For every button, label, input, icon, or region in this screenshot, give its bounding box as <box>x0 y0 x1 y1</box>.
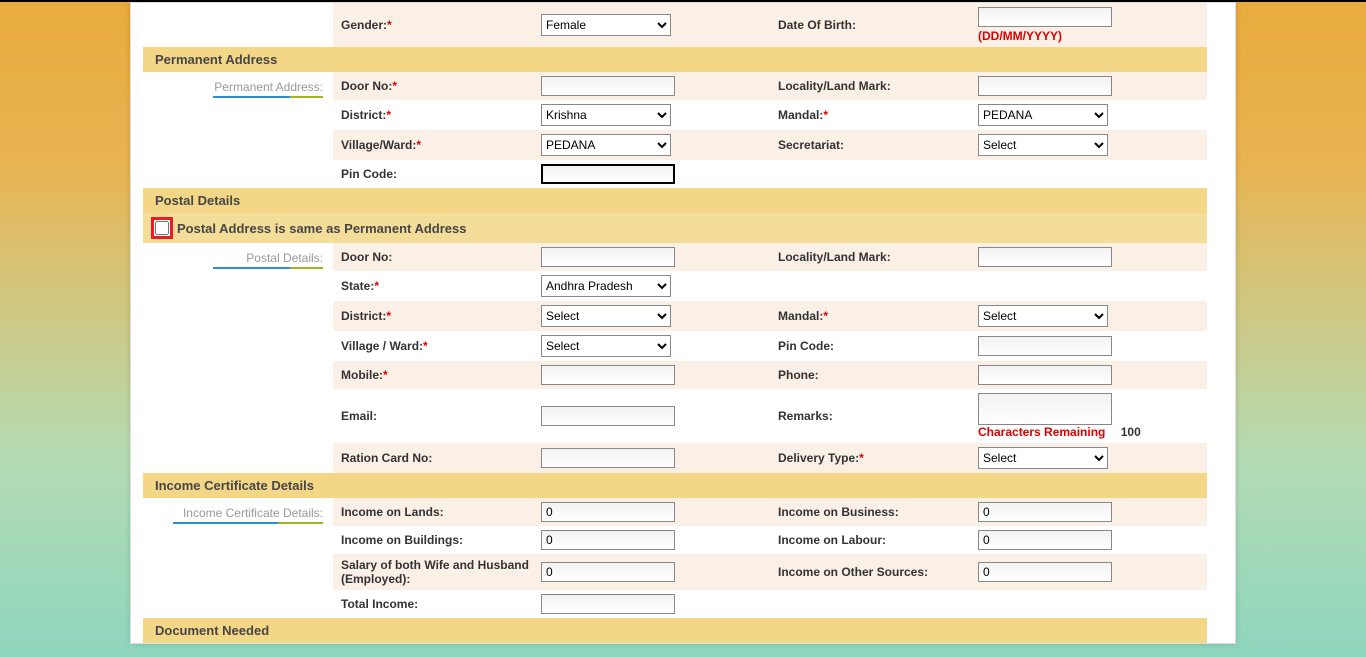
perm-door-input[interactable] <box>541 76 675 96</box>
postal-locality-label: Locality/Land Mark: <box>778 250 978 264</box>
same-as-permanent-label: Postal Address is same as Permanent Addr… <box>177 221 467 236</box>
perm-door-label: Door No: <box>341 79 392 93</box>
perm-district-label: District: <box>341 108 386 122</box>
perm-village-select[interactable]: PEDANA <box>541 134 671 156</box>
income-business-label: Income on Business: <box>778 505 978 519</box>
income-buildings-label: Income on Buildings: <box>341 533 541 547</box>
postal-state-select[interactable]: Andhra Pradesh <box>541 275 671 297</box>
postal-village-label: Village / Ward: <box>341 339 423 353</box>
same-as-permanent-checkbox[interactable] <box>155 221 169 235</box>
postal-header: Postal Details <box>143 188 1207 213</box>
perm-mandal-label: Mandal: <box>778 108 823 122</box>
income-labour-input[interactable] <box>978 530 1112 550</box>
income-buildings-input[interactable] <box>541 530 675 550</box>
gender-label: Gender: <box>341 18 387 32</box>
income-body: Income Certificate Details: Income on La… <box>143 498 1207 618</box>
income-other-label: Income on Other Sources: <box>778 565 978 579</box>
postal-delivery-select[interactable]: Select <box>978 447 1108 469</box>
postal-mobile-input[interactable] <box>541 365 675 385</box>
postal-door-label: Door No: <box>341 250 541 264</box>
perm-pincode-label: Pin Code: <box>341 167 541 181</box>
applicant-row: Gender:* Female Date Of Birth: (DD/MM/YY… <box>143 3 1207 47</box>
remarks-remaining-label: Characters Remaining <box>978 425 1105 439</box>
perm-secretariat-select[interactable]: Select <box>978 134 1108 156</box>
perm-mandal-select[interactable]: PEDANA <box>978 104 1108 126</box>
income-salary-label: Salary of both Wife and Husband (Employe… <box>341 558 541 586</box>
postal-same-row: Postal Address is same as Permanent Addr… <box>143 213 1207 243</box>
postal-phone-input[interactable] <box>978 365 1112 385</box>
perm-district-select[interactable]: Krishna <box>541 104 671 126</box>
postal-email-label: Email: <box>341 409 541 423</box>
postal-delivery-label: Delivery Type: <box>778 451 859 465</box>
perm-village-label: Village/Ward: <box>341 138 416 152</box>
dob-label: Date Of Birth: <box>778 18 978 32</box>
postal-side-label: Postal Details: <box>246 251 323 267</box>
postal-ration-input[interactable] <box>541 448 675 468</box>
income-other-input[interactable] <box>978 562 1112 582</box>
income-salary-input[interactable] <box>541 562 675 582</box>
dob-hint: (DD/MM/YYYY) <box>978 29 1199 43</box>
gender-select[interactable]: Female <box>541 14 671 36</box>
perm-locality-label: Locality/Land Mark: <box>778 79 978 93</box>
income-business-input[interactable] <box>978 502 1112 522</box>
permanent-side-label: Permanent Address: <box>214 80 323 96</box>
postal-village-select[interactable]: Select <box>541 335 671 357</box>
postal-ration-label: Ration Card No: <box>341 451 541 465</box>
postal-email-input[interactable] <box>541 406 675 426</box>
postal-body: Postal Details: Door No: Locality/Land M… <box>143 243 1207 473</box>
postal-remarks-input[interactable] <box>978 393 1112 425</box>
income-lands-label: Income on Lands: <box>341 505 541 519</box>
perm-locality-input[interactable] <box>978 76 1112 96</box>
perm-secretariat-label: Secretariat: <box>778 138 978 152</box>
income-lands-input[interactable] <box>541 502 675 522</box>
perm-pincode-input[interactable] <box>541 164 675 184</box>
dob-input[interactable] <box>978 7 1112 27</box>
postal-pin-label: Pin Code: <box>778 339 978 353</box>
postal-phone-label: Phone: <box>778 368 978 382</box>
postal-remarks-label: Remarks: <box>778 409 978 423</box>
income-side-label: Income Certificate Details: <box>183 506 323 522</box>
postal-state-label: State: <box>341 279 374 293</box>
postal-door-input[interactable] <box>541 247 675 267</box>
permanent-address-body: Permanent Address: Door No:* Locality/La… <box>143 72 1207 188</box>
income-total-input[interactable] <box>541 594 675 614</box>
income-total-label: Total Income: <box>341 597 541 611</box>
income-labour-label: Income on Labour: <box>778 533 978 547</box>
postal-mobile-label: Mobile: <box>341 368 383 382</box>
postal-mandal-select[interactable]: Select <box>978 305 1108 327</box>
postal-district-select[interactable]: Select <box>541 305 671 327</box>
income-header: Income Certificate Details <box>143 473 1207 498</box>
postal-locality-input[interactable] <box>978 247 1112 267</box>
permanent-address-header: Permanent Address <box>143 47 1207 72</box>
postal-district-label: District: <box>341 309 386 323</box>
postal-mandal-label: Mandal: <box>778 309 823 323</box>
document-needed-header: Document Needed <box>143 618 1207 643</box>
postal-pin-input[interactable] <box>978 336 1112 356</box>
remarks-remaining-count: 100 <box>1121 425 1141 439</box>
